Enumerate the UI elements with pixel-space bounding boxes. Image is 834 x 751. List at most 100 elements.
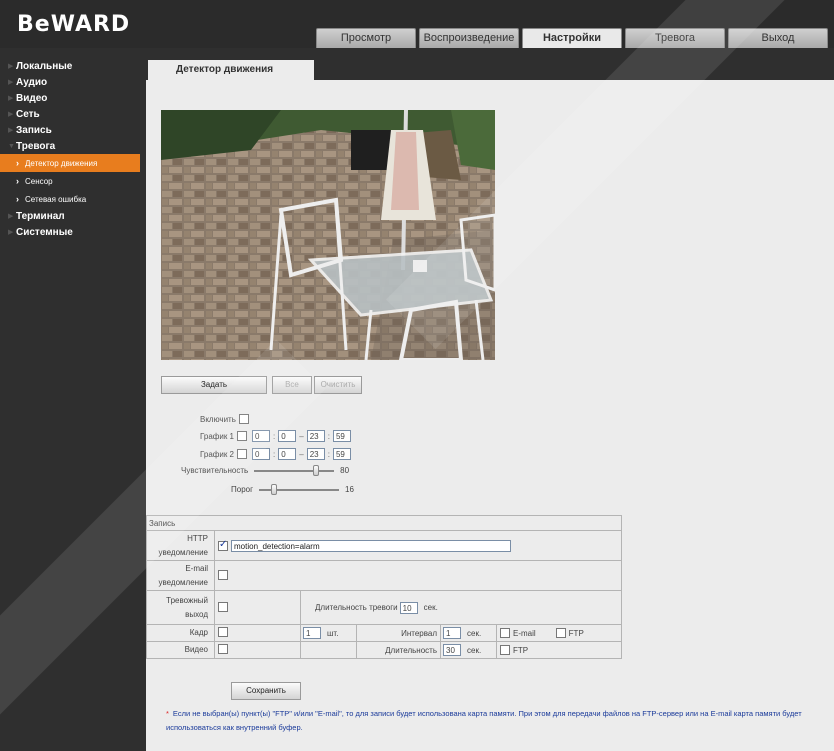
sec-label: сек. (467, 628, 482, 638)
recording-table: Запись HTTPуведомление motion_detection=… (146, 515, 622, 659)
sidebar-item-system[interactable]: ▶ Системные (0, 224, 140, 240)
sensitivity-slider-thumb[interactable] (313, 464, 320, 476)
http-label: HTTP уведомление (146, 530, 215, 561)
schedule1-hour-from[interactable]: 0 (252, 430, 271, 442)
triangle-right-icon: ▶ (8, 127, 14, 134)
sensitivity-row: Чувствительность 80 (181, 464, 350, 476)
info-note: * Если не выбран(ы) пункт(ы) "FTP" и/или … (166, 707, 816, 735)
colon: : (273, 449, 276, 459)
colon: : (273, 431, 276, 441)
select-all-button[interactable]: Все (272, 376, 312, 394)
http-notify-input[interactable]: motion_detection=alarm (231, 539, 511, 552)
top-nav: Просмотр Воспроизведение Настройки Трево… (316, 28, 831, 48)
alarm-out-checkbox[interactable] (218, 601, 228, 612)
threshold-slider[interactable] (259, 483, 340, 495)
threshold-slider-thumb[interactable] (270, 483, 277, 495)
colon: : (327, 449, 330, 459)
pcs-label: шт. (327, 628, 339, 638)
threshold-value: 16 (345, 485, 354, 494)
alarm-out-label: Тревожный выход (146, 590, 215, 625)
enable-label: Включить (200, 414, 236, 424)
schedule1-hour-to[interactable]: 23 (306, 430, 325, 442)
dash: – (299, 449, 304, 459)
email-option-label: E-mail (513, 628, 536, 638)
tab-settings[interactable]: Настройки (522, 28, 622, 48)
sidebar-subitem-network-error[interactable]: › Сетевая ошибка (0, 190, 140, 208)
clear-area-button[interactable]: Очистить (314, 376, 362, 394)
schedule2-checkbox[interactable] (237, 449, 248, 459)
schedule2-hour-to[interactable]: 23 (306, 448, 325, 460)
sidebar-item-terminal[interactable]: ▶ Терминал (0, 208, 140, 224)
threshold-row: Порог 16 (231, 483, 354, 495)
triangle-right-icon: ▶ (8, 213, 14, 220)
alarm-duration-input[interactable]: 10 (399, 601, 418, 614)
schedule2-hour-from[interactable]: 0 (252, 448, 271, 460)
sidebar-item-record[interactable]: ▶ Запись (0, 122, 140, 138)
sensitivity-slider[interactable] (254, 464, 335, 476)
colon: : (327, 431, 330, 441)
sec-label: сек. (423, 603, 438, 612)
chevron-right-icon: › (16, 176, 19, 186)
video-ftp-checkbox[interactable] (500, 645, 510, 655)
sidebar-item-audio[interactable]: ▶ Аудио (0, 74, 140, 90)
ftp-option-label: FTP (513, 645, 529, 655)
page-title: Детектор движения (148, 60, 314, 80)
schedule1-label: График 1 (200, 431, 235, 441)
video-checkbox[interactable] (218, 644, 228, 654)
schedule1-minute-to[interactable]: 59 (332, 430, 351, 442)
frame-count-input[interactable]: 1 (303, 627, 321, 639)
sidebar-item-local[interactable]: ▶ Локальные (0, 58, 140, 74)
alarm-duration-label: Длительность тревоги (315, 603, 398, 612)
enable-row: Включить (200, 414, 252, 424)
enable-checkbox[interactable] (238, 414, 249, 424)
schedule2-row: График 2 0 : 0 – 23 : 59 (200, 448, 353, 460)
email-notify-checkbox[interactable] (218, 569, 228, 580)
ftp-option-label: FTP (568, 628, 584, 638)
tab-playback[interactable]: Воспроизведение (419, 28, 519, 48)
frame-label: Кадр (146, 624, 215, 642)
schedule1-checkbox[interactable] (237, 431, 248, 441)
video-label: Видео (146, 641, 215, 659)
sec-label: сек. (467, 645, 482, 655)
schedule2-minute-to[interactable]: 59 (332, 448, 351, 460)
triangle-right-icon: ▶ (8, 63, 14, 70)
sidebar-item-alarm[interactable]: ▼ Тревога (0, 138, 140, 154)
sidebar: ▶ Локальные ▶ Аудио ▶ Видео ▶ Сеть ▶ Запись ▼… (0, 58, 140, 240)
schedule1-row: График 1 0 : 0 – 23 : 59 (200, 430, 353, 442)
sidebar-item-video[interactable]: ▶ Видео (0, 90, 140, 106)
set-area-button[interactable]: Задать (161, 376, 267, 394)
sidebar-item-network[interactable]: ▶ Сеть (0, 106, 140, 122)
save-button[interactable]: Сохранить (231, 682, 301, 700)
duration-label: Длительность (356, 641, 441, 659)
schedule2-minute-from[interactable]: 0 (278, 448, 297, 460)
triangle-right-icon: ▶ (8, 229, 14, 236)
asterisk: * (166, 709, 169, 718)
triangle-right-icon: ▶ (8, 79, 14, 86)
interval-input[interactable]: 1 (443, 627, 461, 639)
triangle-right-icon: ▶ (8, 95, 14, 102)
info-note-text: Если не выбран(ы) пункт(ы) "FTP" и/или "… (166, 709, 802, 732)
http-notify-checkbox[interactable] (218, 539, 228, 551)
interval-label: Интервал (356, 624, 441, 642)
frame-ftp-checkbox[interactable] (555, 628, 566, 638)
sensitivity-value: 80 (340, 466, 350, 475)
triangle-right-icon: ▶ (8, 111, 14, 118)
tab-logout[interactable]: Выход (728, 28, 828, 48)
tab-view[interactable]: Просмотр (316, 28, 416, 48)
frame-email-checkbox[interactable] (500, 628, 510, 638)
schedule1-minute-from[interactable]: 0 (278, 430, 297, 442)
camera-preview-image[interactable] (161, 110, 495, 360)
tab-alarm[interactable]: Тревога (625, 28, 725, 48)
sidebar-subitem-motion-detector[interactable]: › Детектор движения (0, 154, 140, 172)
frame-checkbox[interactable] (218, 627, 228, 637)
beward-logo: BeWARD (17, 12, 131, 37)
schedule2-label: График 2 (200, 449, 235, 459)
threshold-label: Порог (231, 485, 254, 494)
sidebar-subitem-sensor[interactable]: › Сенсор (0, 172, 140, 190)
dash: – (299, 431, 304, 441)
sensitivity-label: Чувствительность (181, 466, 249, 475)
recording-section-label: Запись (146, 515, 622, 531)
video-duration-input[interactable]: 30 (443, 644, 461, 656)
chevron-right-icon: › (16, 194, 19, 204)
main-content: Задать Все Очистить Включить График 1 0 … (146, 80, 834, 751)
